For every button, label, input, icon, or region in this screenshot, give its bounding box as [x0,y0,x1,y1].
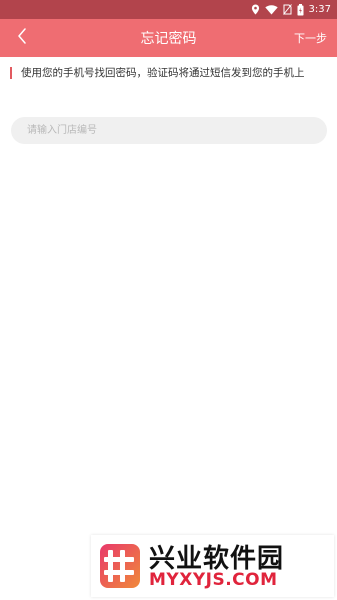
next-step-button[interactable]: 下一步 [294,19,327,57]
back-button[interactable] [8,19,36,57]
watermark: 兴业软件园 MYXYJS.COM [91,535,334,597]
wifi-icon [264,4,278,15]
location-icon [251,4,260,15]
status-time: 3:37 [308,4,331,15]
watermark-url: MYXYJS.COM [149,570,278,590]
no-sim-icon [282,4,292,15]
chevron-left-icon [17,28,27,48]
hint-text: 使用您的手机号找回密码，验证码将通过短信发到您的手机上 [21,67,305,79]
hint-accent-bar [10,67,12,79]
battery-icon [297,3,304,16]
status-bar: 3:37 [0,0,337,19]
store-id-input[interactable] [11,117,327,144]
page-title: 忘记密码 [140,31,197,47]
hint-row: 使用您的手机号找回密码，验证码将通过短信发到您的手机上 [0,62,337,84]
watermark-logo-icon [99,541,141,591]
app-bar: 忘记密码 下一步 [0,19,337,57]
